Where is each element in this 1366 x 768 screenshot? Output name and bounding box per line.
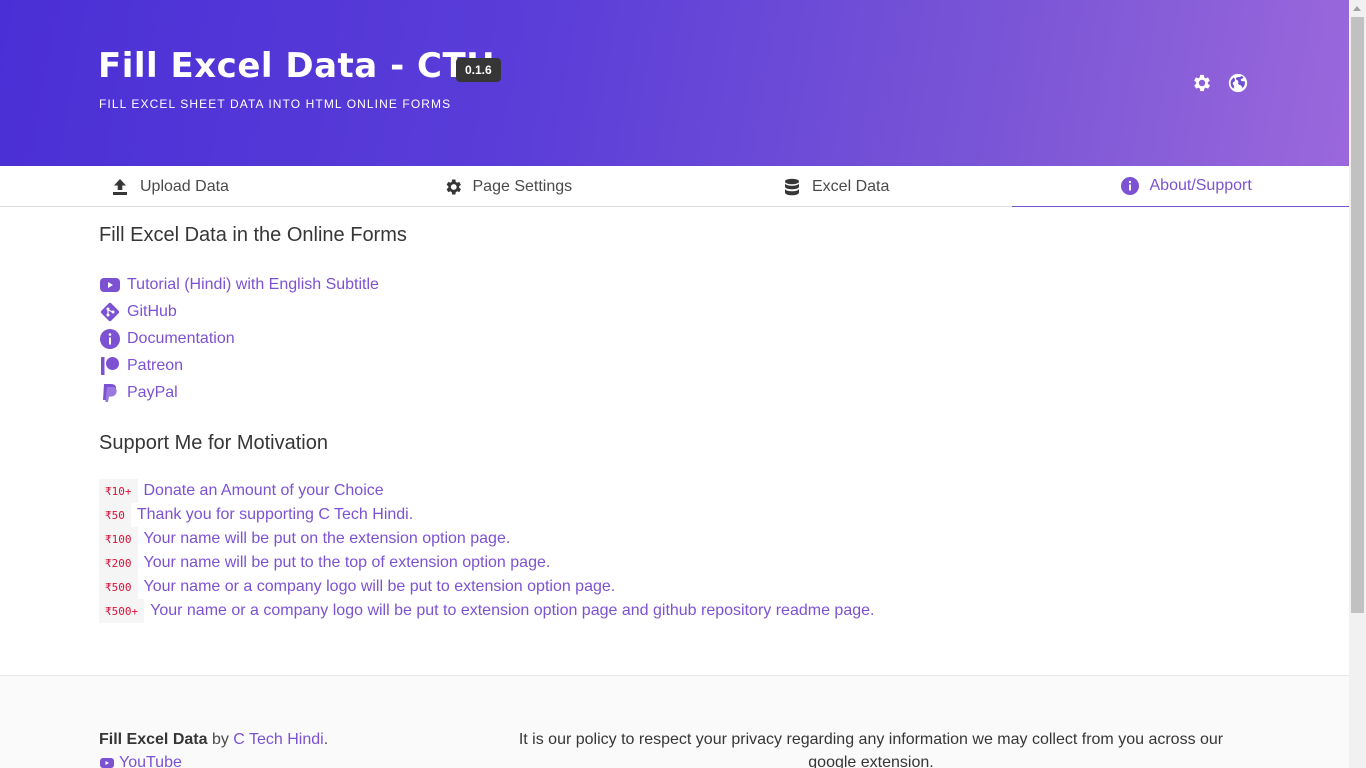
tab-label: Upload Data (140, 177, 229, 195)
tab-bar: Upload Data Page Settings Excel Data Abo… (0, 166, 1349, 207)
gear-icon (443, 177, 463, 197)
donation-tier: ₹500 Your name or a company logo will be… (99, 575, 1299, 599)
link-paypal-text[interactable]: PayPal (127, 384, 178, 402)
tab-label: About/Support (1149, 177, 1252, 194)
globe-icon[interactable] (1227, 72, 1249, 94)
donation-amount: ₹10+ (99, 479, 138, 503)
version-badge: 0.1.6 (456, 58, 501, 82)
database-icon (782, 177, 802, 197)
link-patreon-text[interactable]: Patreon (127, 357, 183, 375)
donation-description: Thank you for supporting C Tech Hindi. (136, 506, 414, 523)
privacy-policy-text: It is our policy to respect your privacy… (518, 731, 1224, 768)
donation-amount: ₹200 (99, 551, 138, 575)
page: Fill Excel Data - CTH 0.1.6 FILL EXCEL S… (0, 0, 1366, 768)
paypal-icon (99, 382, 121, 404)
donation-tier: ₹500+ Your name or a company logo will b… (99, 599, 1299, 623)
link-documentation[interactable]: Documentation (99, 325, 1299, 352)
donation-description: Your name or a company logo will be put … (150, 602, 875, 619)
footer-by: by (207, 731, 234, 748)
scroll-up-arrow-icon[interactable] (1349, 0, 1366, 17)
link-patreon[interactable]: Patreon (99, 352, 1299, 379)
link-github-text[interactable]: GitHub (127, 303, 177, 321)
link-documentation-text[interactable]: Documentation (127, 330, 235, 348)
link-github[interactable]: GitHub (99, 298, 1299, 325)
upload-icon (110, 177, 130, 197)
donation-tiers: ₹10+ Donate an Amount of your Choice ₹50… (99, 479, 1299, 623)
vertical-scrollbar[interactable] (1349, 0, 1366, 768)
donation-tier: ₹100 Your name will be put on the extens… (99, 527, 1299, 551)
link-tutorial[interactable]: Tutorial (Hindi) with English Subtitle (99, 271, 1299, 298)
donation-description: Donate an Amount of your Choice (143, 482, 384, 499)
footer-period: . (323, 731, 329, 748)
app-title: Fill Excel Data - CTH (98, 46, 496, 86)
donation-description: Your name will be put on the extension o… (143, 530, 511, 547)
tab-page-settings[interactable]: Page Settings (340, 166, 673, 207)
tab-label: Page Settings (472, 177, 573, 195)
donation-amount: ₹500+ (99, 599, 145, 623)
git-icon (99, 301, 121, 323)
donation-tier: ₹50 Thank you for supporting C Tech Hind… (99, 503, 1299, 527)
donation-description: Your name or a company logo will be put … (143, 578, 616, 595)
donation-description: Your name will be put to the top of exte… (143, 554, 551, 571)
footer-credits: Fill Excel Data by C Tech Hindi. YouTube (99, 728, 328, 768)
donation-tier: ₹10+ Donate an Amount of your Choice (99, 479, 1299, 503)
link-paypal[interactable]: PayPal (99, 379, 1299, 406)
donation-amount: ₹500 (99, 575, 138, 599)
about-title: Fill Excel Data in the Online Forms (99, 224, 407, 246)
info-icon (1120, 176, 1140, 196)
link-tutorial-text[interactable]: Tutorial (Hindi) with English Subtitle (127, 276, 379, 294)
app-subtitle: FILL EXCEL SHEET DATA INTO HTML ONLINE F… (99, 97, 452, 111)
resource-links: Tutorial (Hindi) with English Subtitle G… (99, 271, 1299, 406)
support-title: Support Me for Motivation (99, 432, 328, 454)
info-icon (99, 328, 121, 350)
footer-youtube-text[interactable]: YouTube (119, 751, 182, 768)
tab-upload-data[interactable]: Upload Data (0, 166, 340, 207)
footer-brand: Fill Excel Data (99, 731, 208, 748)
donation-amount: ₹50 (99, 503, 131, 527)
scrollbar-thumb[interactable] (1351, 17, 1364, 613)
settings-gear-icon[interactable] (1191, 72, 1213, 94)
hero-header: Fill Excel Data - CTH 0.1.6 FILL EXCEL S… (0, 0, 1349, 166)
youtube-icon (99, 274, 121, 296)
patreon-icon (99, 355, 121, 377)
tab-label: Excel Data (812, 177, 890, 195)
donation-tier: ₹200 Your name will be put to the top of… (99, 551, 1299, 575)
footer-youtube-link[interactable]: YouTube (99, 751, 328, 768)
youtube-icon (100, 757, 114, 768)
author-link[interactable]: C Tech Hindi (233, 731, 323, 748)
footer: Fill Excel Data by C Tech Hindi. YouTube… (0, 675, 1349, 768)
tab-excel-data[interactable]: Excel Data (672, 166, 1012, 207)
donation-amount: ₹100 (99, 527, 138, 551)
about-content: Fill Excel Data in the Online Forms Tuto… (99, 224, 1299, 623)
tab-about-support[interactable]: About/Support (1011, 166, 1349, 207)
